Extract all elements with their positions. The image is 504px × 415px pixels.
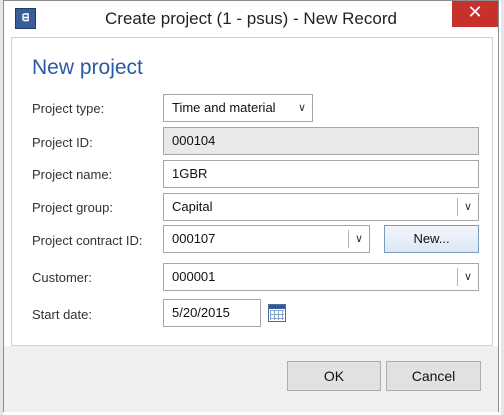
project-name-value: 1GBR: [172, 166, 208, 181]
project-name-input[interactable]: 1GBR: [163, 160, 479, 188]
chevron-down-icon[interactable]: ∨: [458, 264, 478, 290]
window-title: Create project (1 - psus) - New Record: [105, 9, 397, 28]
project-id-label: Project ID:: [32, 135, 93, 150]
new-contract-button-label: New...: [413, 231, 450, 246]
calendar-icon[interactable]: [268, 304, 286, 322]
new-contract-button[interactable]: New...: [384, 225, 479, 253]
title-bar[interactable]: ᗺ Create project (1 - psus) - New Record…: [4, 1, 498, 37]
form-body: New project Project type: Time and mater…: [11, 37, 493, 346]
start-date-input[interactable]: 5/20/2015: [163, 299, 261, 327]
project-contract-id-select[interactable]: 000107 ∨: [163, 225, 370, 253]
chevron-down-icon[interactable]: ∨: [349, 226, 369, 252]
calendar-icon-grid: [270, 310, 284, 320]
create-project-dialog: ᗺ Create project (1 - psus) - New Record…: [3, 0, 499, 412]
calendar-icon-header: [269, 305, 285, 309]
start-date-label: Start date:: [32, 307, 92, 322]
form-title: New project: [32, 56, 143, 79]
project-id-field: 000104: [163, 127, 479, 155]
project-type-select[interactable]: Time and material ∨: [163, 94, 313, 122]
close-button[interactable]: ✕: [452, 1, 498, 27]
cancel-button[interactable]: Cancel: [386, 361, 481, 391]
dialog-footer: OK Cancel: [4, 346, 498, 412]
customer-value: 000001: [172, 269, 216, 284]
project-id-value: 000104: [172, 133, 216, 148]
chevron-down-icon[interactable]: ∨: [458, 194, 478, 220]
project-contract-id-label: Project contract ID:: [32, 233, 143, 248]
cancel-button-label: Cancel: [411, 368, 456, 384]
start-date-value: 5/20/2015: [172, 305, 230, 320]
project-contract-id-value: 000107: [172, 231, 216, 246]
project-name-label: Project name:: [32, 167, 113, 182]
customer-label: Customer:: [32, 270, 92, 285]
project-group-select[interactable]: Capital ∨: [163, 193, 479, 221]
ok-button-label: OK: [323, 368, 345, 384]
project-type-value: Time and material: [172, 100, 276, 115]
customer-select[interactable]: 000001 ∨: [163, 263, 479, 291]
project-type-label: Project type:: [32, 101, 105, 116]
project-group-value: Capital: [172, 199, 213, 214]
ok-button[interactable]: OK: [287, 361, 381, 391]
close-icon: ✕: [467, 2, 483, 23]
chevron-down-icon[interactable]: ∨: [292, 95, 312, 121]
project-group-label: Project group:: [32, 200, 113, 215]
